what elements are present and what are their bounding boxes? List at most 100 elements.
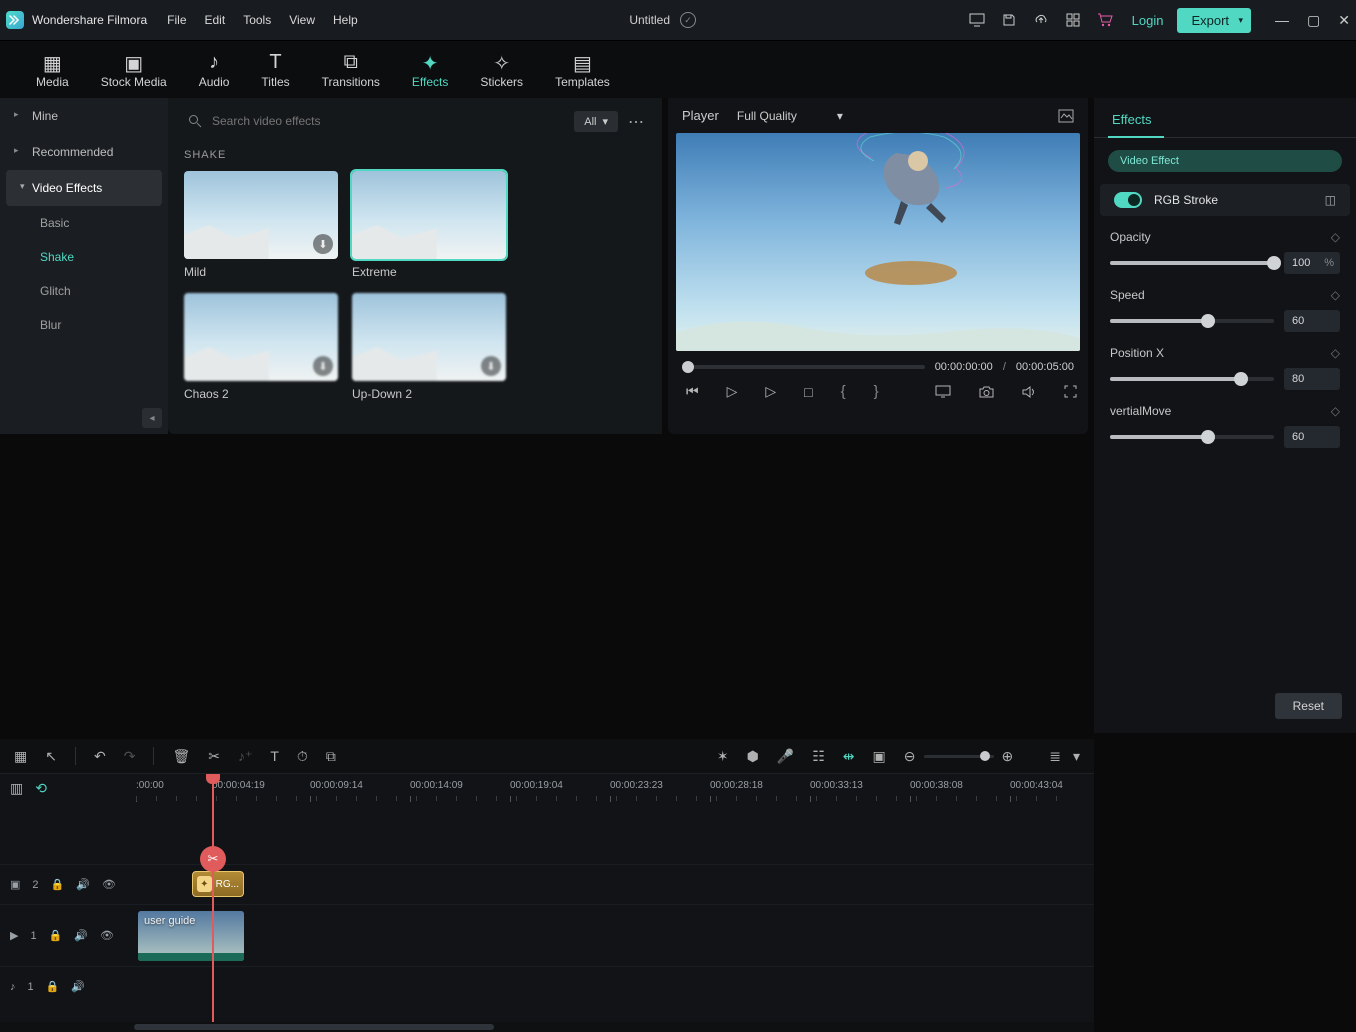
timeline-hscrollbar[interactable] (0, 1022, 1094, 1032)
clip-video-user-guide[interactable]: user guide (138, 911, 244, 961)
search-input[interactable] (212, 114, 560, 128)
play-icon[interactable]: ▷ (727, 383, 738, 400)
prop-value[interactable]: 60 (1284, 310, 1340, 332)
effect-options-icon[interactable]: ◫ (1325, 193, 1336, 207)
layers-icon[interactable]: ▥ (10, 780, 23, 797)
mixer-icon[interactable]: ☷ (812, 748, 825, 765)
tab-stickers[interactable]: ✧Stickers (480, 51, 523, 89)
slider-knob[interactable] (1234, 372, 1248, 386)
sidebar-sub-blur[interactable]: Blur (0, 308, 168, 342)
lock-icon[interactable]: 🔒 (46, 980, 60, 993)
sidebar-sub-basic[interactable]: Basic (0, 206, 168, 240)
mute-icon[interactable]: 🔊 (74, 929, 88, 942)
tab-audio[interactable]: ♪Audio (199, 51, 230, 89)
prop-value[interactable]: 100% (1284, 252, 1340, 274)
prop-value[interactable]: 60 (1284, 426, 1340, 448)
split-icon[interactable]: ✂ (208, 748, 220, 765)
track-options-icon[interactable]: ▾ (1073, 748, 1080, 765)
save-icon[interactable] (1000, 11, 1018, 29)
audio-detach-icon[interactable]: ♪⁺ (238, 748, 252, 765)
effect-thumb-extreme[interactable]: Extreme (352, 171, 506, 279)
effect-toggle[interactable] (1114, 192, 1142, 208)
sidebar-sub-shake[interactable]: Shake (0, 240, 168, 274)
prop-slider[interactable] (1110, 435, 1274, 439)
progress-slider[interactable] (682, 365, 925, 369)
login-link[interactable]: Login (1132, 13, 1164, 28)
keyframe-diamond-icon[interactable]: ◇ (1331, 346, 1340, 360)
sidebar-item-mine[interactable]: Mine (0, 98, 168, 134)
sidebar-item-video-effects[interactable]: Video Effects (6, 170, 162, 206)
tab-effects[interactable]: ✦Effects (412, 51, 448, 89)
zoom-knob[interactable] (980, 751, 990, 761)
close-icon[interactable]: ✕ (1338, 12, 1350, 29)
crop-icon[interactable]: ⧉ (326, 748, 336, 765)
progress-knob[interactable] (682, 361, 694, 373)
stop-icon[interactable]: □ (804, 384, 812, 400)
clip-effect-rgb[interactable]: ✦ RG... (192, 871, 244, 897)
maximize-icon[interactable]: ▢ (1307, 12, 1320, 29)
filter-dropdown[interactable]: All▾ (574, 111, 618, 132)
more-icon[interactable]: ⋯ (628, 112, 646, 132)
cursor-icon[interactable]: ↖ (45, 748, 57, 765)
menu-view[interactable]: View (289, 13, 315, 27)
tab-media[interactable]: ▦Media (36, 51, 69, 89)
undo-icon[interactable]: ↶ (94, 748, 106, 765)
mark-out-icon[interactable]: } (874, 383, 879, 400)
cloud-upload-icon[interactable] (1032, 11, 1050, 29)
sidebar-collapse-icon[interactable]: ◂ (142, 408, 162, 428)
speed-icon[interactable]: ⏱ (297, 748, 308, 765)
keyframe-diamond-icon[interactable]: ◇ (1331, 230, 1340, 244)
export-button[interactable]: Export (1177, 8, 1251, 33)
marker-icon[interactable]: ⬢ (747, 748, 759, 765)
scrollbar-thumb[interactable] (134, 1024, 494, 1030)
sidebar-sub-glitch[interactable]: Glitch (0, 274, 168, 308)
reset-button[interactable]: Reset (1275, 693, 1342, 719)
track-row-video[interactable]: user guide (134, 904, 1094, 966)
redo-icon[interactable]: ↷ (124, 748, 136, 765)
zoom-out-icon[interactable]: ⊖ (904, 748, 916, 765)
time-ruler[interactable]: :00:0000:00:04:1900:00:09:1400:00:14:090… (134, 774, 1094, 802)
search-field[interactable] (184, 108, 564, 135)
display-icon[interactable] (935, 385, 951, 398)
playhead[interactable]: ✂ (212, 774, 214, 1022)
download-icon[interactable]: ⬇ (313, 234, 333, 254)
track-row-effect[interactable]: ✦ RG... (134, 864, 1094, 904)
text-icon[interactable]: T (270, 748, 279, 764)
download-icon[interactable]: ⬇ (481, 356, 501, 376)
zoom-in-icon[interactable]: ⊕ (1002, 748, 1014, 765)
sidebar-item-recommended[interactable]: Recommended (0, 134, 168, 170)
tab-stock-media[interactable]: ▣Stock Media (101, 51, 167, 89)
snapshot-export-icon[interactable] (1058, 109, 1074, 123)
tab-templates[interactable]: ▤Templates (555, 51, 610, 89)
split-indicator-icon[interactable]: ✂ (200, 846, 226, 872)
slider-knob[interactable] (1201, 430, 1215, 444)
delete-icon[interactable]: 🗑 (172, 748, 190, 765)
prop-value[interactable]: 80 (1284, 368, 1340, 390)
lock-icon[interactable]: 🔒 (49, 929, 63, 942)
zoom-slider[interactable] (924, 755, 994, 758)
link-icon[interactable]: ⟲ (35, 780, 47, 797)
effect-thumb-mild[interactable]: ⬇Mild (184, 171, 338, 279)
tab-titles[interactable]: TTitles (261, 51, 289, 89)
visibility-icon[interactable]: 👁 (100, 929, 114, 942)
menu-edit[interactable]: Edit (205, 13, 226, 27)
apps-icon[interactable] (1064, 11, 1082, 29)
play-forward-icon[interactable]: ▷ (765, 383, 776, 400)
keyframe-diamond-icon[interactable]: ◇ (1331, 404, 1340, 418)
track-view-icon[interactable]: ≣ (1049, 748, 1061, 765)
menu-help[interactable]: Help (333, 13, 358, 27)
fullscreen-icon[interactable] (1064, 385, 1077, 398)
menu-tools[interactable]: Tools (243, 13, 271, 27)
track-row-audio[interactable] (134, 966, 1094, 1006)
frame-icon[interactable]: ▣ (873, 748, 886, 765)
camera-icon[interactable] (979, 386, 994, 398)
props-tab-effects[interactable]: Effects (1094, 98, 1356, 138)
magnet-icon[interactable]: ⇹ (843, 748, 855, 765)
prop-slider[interactable] (1110, 319, 1274, 323)
select-all-icon[interactable]: ▦ (14, 748, 27, 765)
mute-icon[interactable]: 🔊 (76, 878, 90, 891)
mark-in-icon[interactable]: { (841, 383, 846, 400)
voice-icon[interactable]: 🎤 (777, 748, 794, 765)
cart-icon[interactable] (1096, 11, 1114, 29)
effect-thumb-chaos2[interactable]: ⬇Chaos 2 (184, 293, 338, 401)
